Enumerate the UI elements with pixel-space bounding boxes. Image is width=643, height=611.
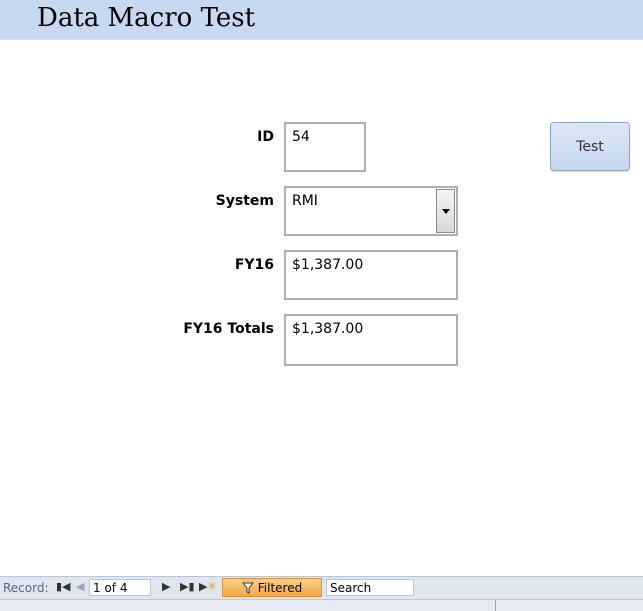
fy16-label: FY16: [234, 257, 274, 273]
current-record-input[interactable]: 1 of 4: [89, 579, 151, 596]
search-input[interactable]: Search: [326, 579, 414, 596]
dropdown-button[interactable]: [436, 189, 455, 233]
chevron-down-icon: [441, 208, 450, 214]
system-value: RMI: [292, 193, 318, 209]
first-record-icon[interactable]: ▮◀: [56, 580, 71, 593]
test-button[interactable]: Test: [550, 122, 630, 171]
record-navigation-bar: Record: ▮◀ ◀ 1 of 4 ▶ ▶▮ ▶✳ Filtered Sea…: [0, 576, 643, 599]
previous-record-icon[interactable]: ◀: [76, 580, 84, 593]
id-label: ID: [257, 129, 274, 145]
status-divider: [495, 600, 496, 611]
system-combobox[interactable]: RMI: [284, 186, 458, 236]
fy16-totals-field[interactable]: $1,387.00: [284, 314, 458, 366]
id-field[interactable]: 54: [284, 122, 366, 172]
funnel-icon: [241, 582, 254, 594]
filter-label: Filtered: [257, 580, 303, 595]
next-record-icon[interactable]: ▶: [162, 580, 170, 593]
fy16-totals-label: FY16 Totals: [183, 321, 274, 337]
status-bar: [0, 599, 643, 611]
record-label: Record:: [3, 581, 49, 595]
filter-toggle-button[interactable]: Filtered: [222, 578, 322, 597]
system-label: System: [215, 193, 274, 209]
form-header: Data Macro Test: [0, 0, 643, 40]
last-record-icon[interactable]: ▶▮: [180, 580, 195, 593]
fy16-field[interactable]: $1,387.00: [284, 250, 458, 300]
new-record-icon[interactable]: ▶✳: [199, 580, 217, 593]
form-title: Data Macro Test: [37, 3, 256, 33]
